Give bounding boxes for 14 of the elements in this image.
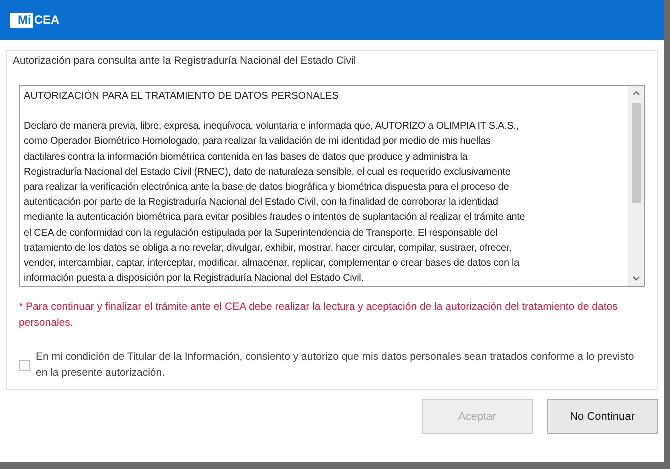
document-paragraph: Declaro de manera previa, libre, expresa, inequívoca, voluntaria e informada que, AUTORIZO a OLIMPIA IT S.A.S., como Operador Biométrico Homologado, para realizar la validación de mi identidad por medio de mis huellas dactilares contra la información biométrica contenida en las bases de datos que produce y administra la Registraduría Nacional del Estado Civil (RNEC), dato de naturaleza sensible, el cual es requerido exclusivamente para realizar la verificación electrónica ante la base de datos biográfica y biométrica dispuesta para el proceso de autenticación por parte de la Registraduría Nacional del Estado Civil, con la finalidad de corroborar la identidad mediante la autenticación biométrica para evitar posibles fraudes o intentos de suplantación al realizar el trámite ante el CEA de conformidad con la regulación estipulada por la Superintendencia de Transporte. El responsable del tratamiento de los datos se obliga a no revelar, divulgar, exhibir, mostrar, hacer circular, compilar, sustraer, ofrecer, vender, intercambiar, captar, interceptar, modificar, almacenar, replicar, complementar o crear bases de datos con la información puesta a disposición por la Registraduría Nacional del Estado Civil.: [24, 120, 526, 286]
decline-button[interactable]: No Continuar: [547, 399, 658, 434]
consent-checkbox[interactable]: [19, 360, 30, 370]
required-notice: * Para continuar y finalizar el trámite ante el CEA debe realizar la lectura y aceptación de la autorización del tratamiento de datos personales.: [19, 300, 619, 331]
scrollbar-thumb[interactable]: [632, 103, 641, 203]
document-heading: AUTORIZACIÓN PARA EL TRATAMIENTO DE DATOS PERSONALES: [24, 89, 340, 104]
logo-text: CEA: [33, 13, 60, 27]
document-text-area[interactable]: [19, 85, 645, 287]
fieldset-legend: Autorización para consulta ante la Registraduría Nacional del Estado Civil: [13, 54, 356, 68]
logo-box: Mi: [10, 12, 34, 28]
scrollbar[interactable]: [628, 86, 644, 286]
scroll-up-icon[interactable]: [632, 89, 641, 98]
consent-label: En mi condición de Titular de la Información, consiento y autorizo que mis datos personales sean tratados conforme a lo previsto en la presente autorización.: [36, 350, 636, 381]
scroll-down-icon[interactable]: [632, 274, 641, 283]
